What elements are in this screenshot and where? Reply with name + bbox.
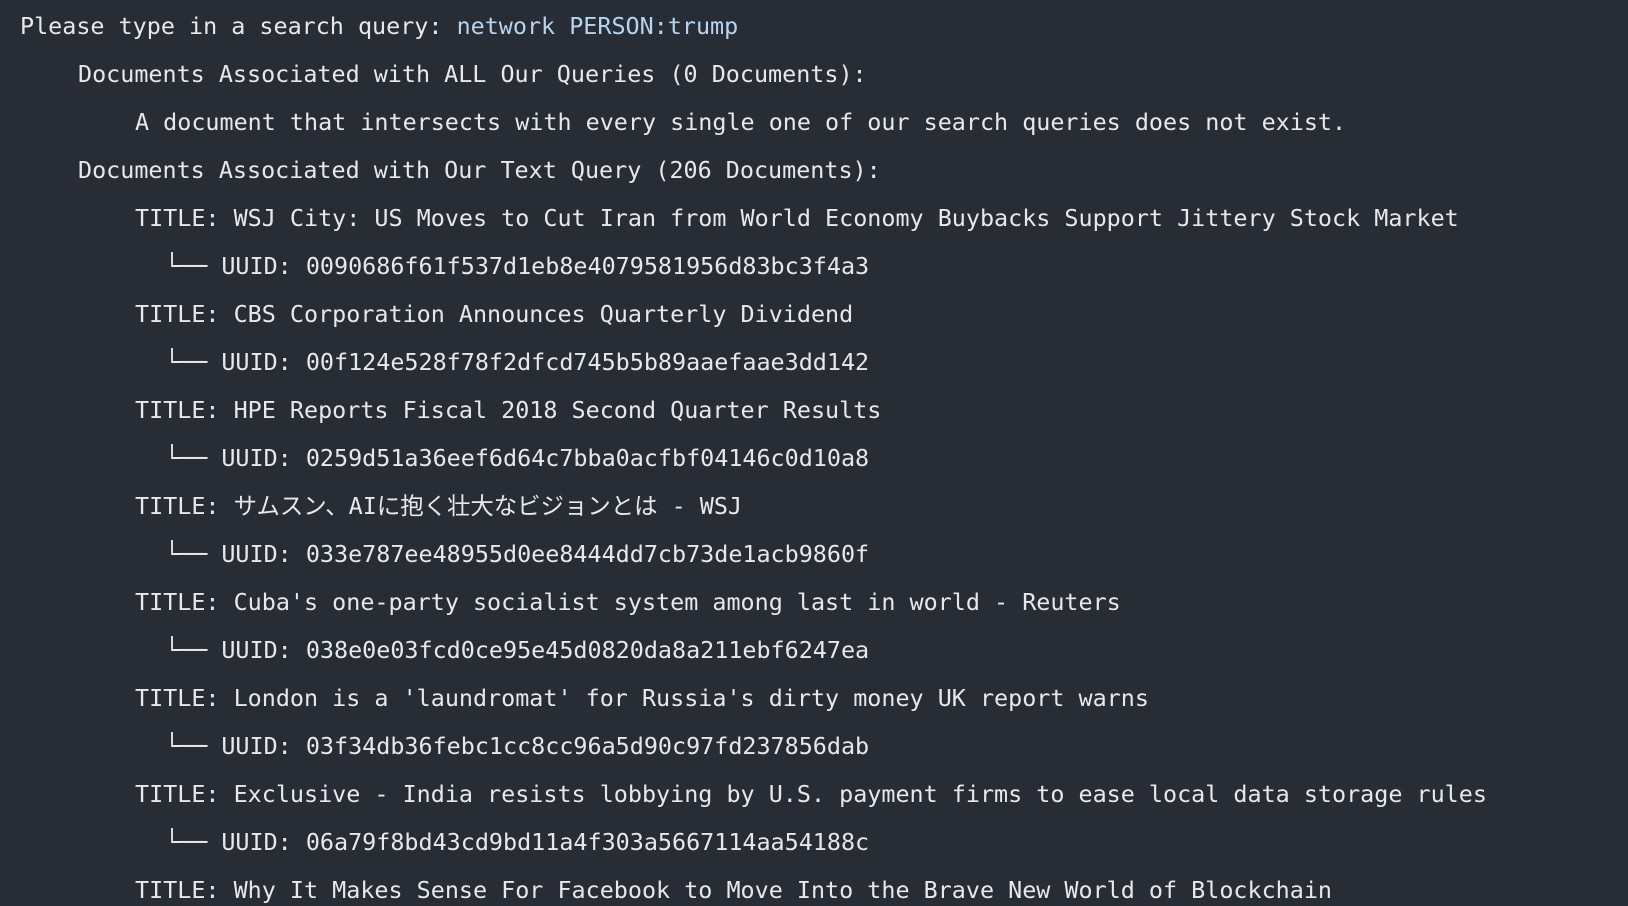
title-prefix: TITLE: <box>135 492 234 520</box>
uuid-prefix: UUID: <box>221 732 306 760</box>
title-prefix: TITLE: <box>135 204 234 232</box>
document-title-line: TITLE: London is a 'laundromat' for Russ… <box>0 680 1628 728</box>
uuid-prefix: UUID: <box>221 348 306 376</box>
tree-branch-icon: └── <box>165 540 221 568</box>
document-uuid: 0090686f61f537d1eb8e4079581956d83bc3f4a3 <box>306 252 869 280</box>
title-prefix: TITLE: <box>135 396 234 424</box>
search-prompt-line: Please type in a search query: network P… <box>0 8 1628 56</box>
terminal-output[interactable]: Please type in a search query: network P… <box>0 0 1628 906</box>
document-title-line: TITLE: WSJ City: US Moves to Cut Iran fr… <box>0 200 1628 248</box>
title-prefix: TITLE: <box>135 780 234 808</box>
search-prompt-label: Please type in a search query: <box>20 12 457 40</box>
document-title: HPE Reports Fiscal 2018 Second Quarter R… <box>234 396 882 424</box>
document-title-line: TITLE: Exclusive - India resists lobbyin… <box>0 776 1628 824</box>
title-prefix: TITLE: <box>135 588 234 616</box>
document-title: Exclusive - India resists lobbying by U.… <box>234 780 1487 808</box>
uuid-prefix: UUID: <box>221 540 306 568</box>
all-queries-heading: Documents Associated with ALL Our Querie… <box>0 56 1628 104</box>
uuid-prefix: UUID: <box>221 444 306 472</box>
document-uuid-line: └── UUID: 06a79f8bd43cd9bd11a4f303a56671… <box>0 824 1628 872</box>
search-query-text: network PERSON:trump <box>457 12 739 40</box>
document-uuid-line: └── UUID: 00f124e528f78f2dfcd745b5b89aae… <box>0 344 1628 392</box>
title-prefix: TITLE: <box>135 300 234 328</box>
uuid-prefix: UUID: <box>221 828 306 856</box>
document-uuid-line: └── UUID: 0090686f61f537d1eb8e4079581956… <box>0 248 1628 296</box>
document-title-line: TITLE: Why It Makes Sense For Facebook t… <box>0 872 1628 906</box>
tree-branch-icon: └── <box>165 636 221 664</box>
document-uuid-line: └── UUID: 033e787ee48955d0ee8444dd7cb73d… <box>0 536 1628 584</box>
title-prefix: TITLE: <box>135 876 234 904</box>
tree-branch-icon: └── <box>165 828 221 856</box>
document-uuid: 0259d51a36eef6d64c7bba0acfbf04146c0d10a8 <box>306 444 869 472</box>
document-uuid: 033e787ee48955d0ee8444dd7cb73de1acb9860f <box>306 540 869 568</box>
document-title: Cuba's one-party socialist system among … <box>234 588 1121 616</box>
tree-branch-icon: └── <box>165 732 221 760</box>
document-uuid-line: └── UUID: 03f34db36febc1cc8cc96a5d90c97f… <box>0 728 1628 776</box>
document-title: Why It Makes Sense For Facebook to Move … <box>234 876 1332 904</box>
document-title-line: TITLE: サムスン、AIに抱く壮大なビジョンとは - WSJ <box>0 488 1628 536</box>
tree-branch-icon: └── <box>165 348 221 376</box>
document-uuid: 03f34db36febc1cc8cc96a5d90c97fd237856dab <box>306 732 869 760</box>
document-title: London is a 'laundromat' for Russia's di… <box>234 684 1149 712</box>
document-uuid-line: └── UUID: 0259d51a36eef6d64c7bba0acfbf04… <box>0 440 1628 488</box>
document-uuid: 00f124e528f78f2dfcd745b5b89aaefaae3dd142 <box>306 348 869 376</box>
document-list: TITLE: WSJ City: US Moves to Cut Iran fr… <box>0 200 1628 906</box>
uuid-prefix: UUID: <box>221 252 306 280</box>
document-title: サムスン、AIに抱く壮大なビジョンとは - WSJ <box>234 492 742 520</box>
text-query-heading: Documents Associated with Our Text Query… <box>0 152 1628 200</box>
document-uuid: 06a79f8bd43cd9bd11a4f303a5667114aa54188c <box>306 828 869 856</box>
uuid-prefix: UUID: <box>221 636 306 664</box>
document-uuid-line: └── UUID: 038e0e03fcd0ce95e45d0820da8a21… <box>0 632 1628 680</box>
tree-branch-icon: └── <box>165 444 221 472</box>
tree-branch-icon: └── <box>165 252 221 280</box>
document-title: WSJ City: US Moves to Cut Iran from Worl… <box>234 204 1459 232</box>
document-title-line: TITLE: CBS Corporation Announces Quarter… <box>0 296 1628 344</box>
title-prefix: TITLE: <box>135 684 234 712</box>
document-title-line: TITLE: Cuba's one-party socialist system… <box>0 584 1628 632</box>
document-uuid: 038e0e03fcd0ce95e45d0820da8a211ebf6247ea <box>306 636 869 664</box>
document-title-line: TITLE: HPE Reports Fiscal 2018 Second Qu… <box>0 392 1628 440</box>
no-intersection-message: A document that intersects with every si… <box>0 104 1628 152</box>
document-title: CBS Corporation Announces Quarterly Divi… <box>234 300 854 328</box>
